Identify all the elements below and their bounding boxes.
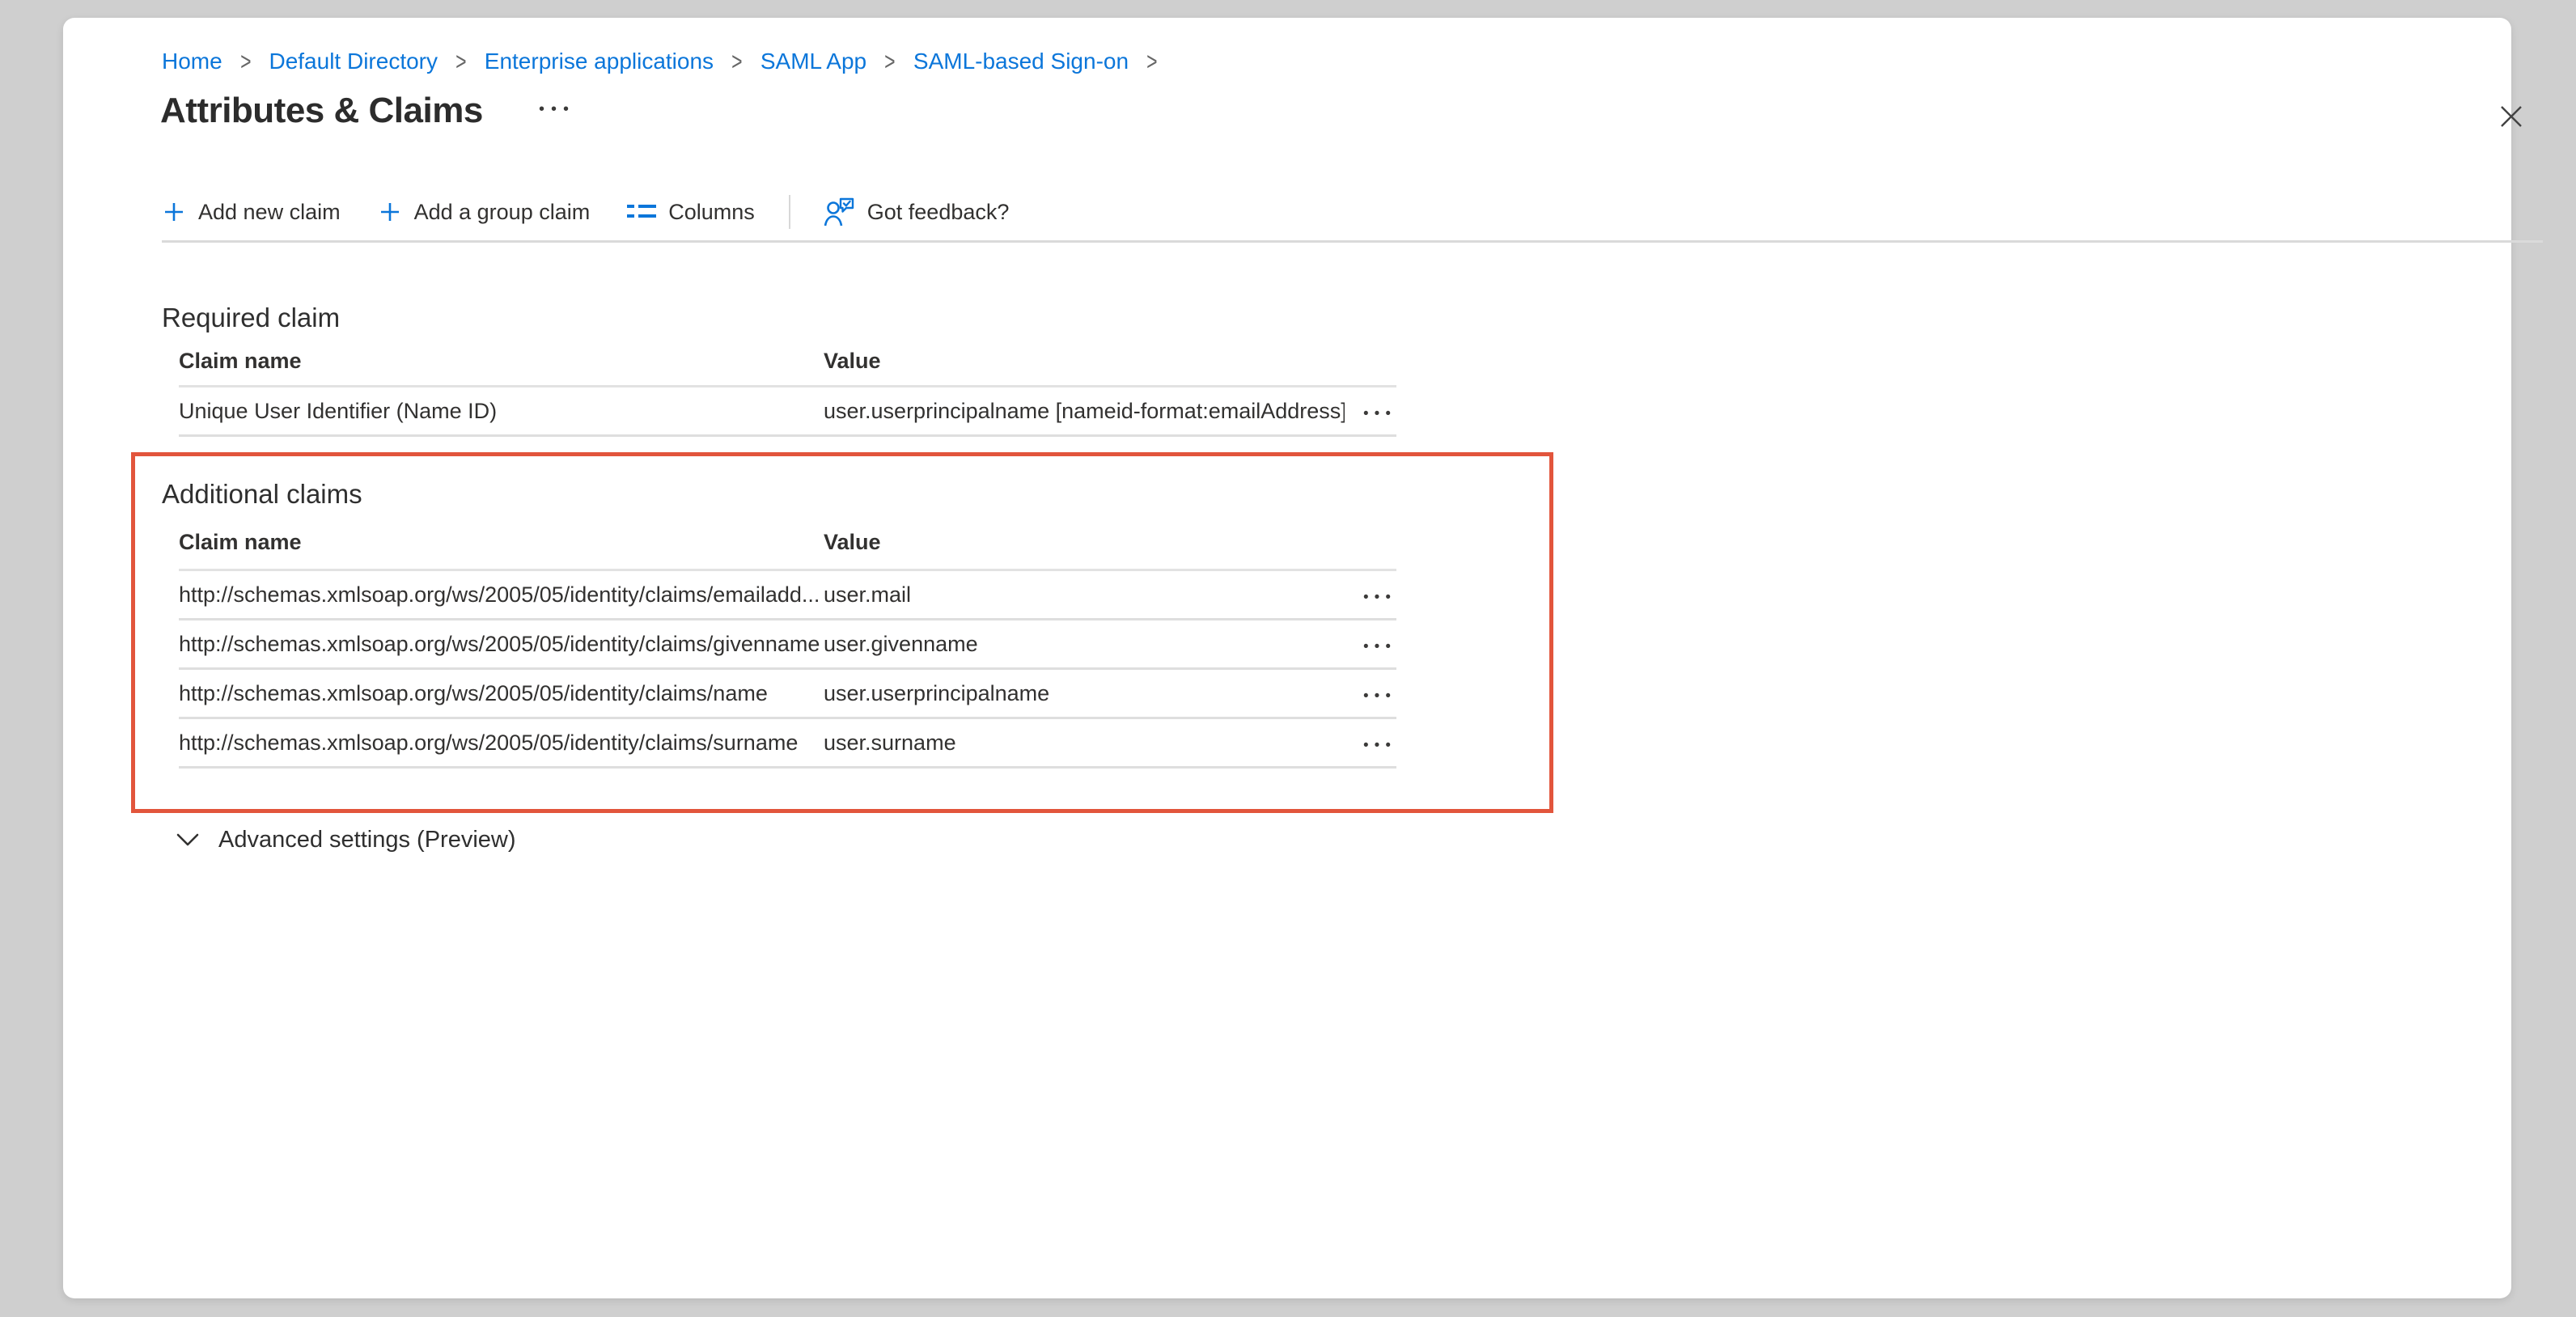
breadcrumb-item-home[interactable]: Home (162, 49, 222, 74)
claim-value-cell: user.userprincipalname (824, 681, 1345, 706)
add-group-claim-button[interactable]: Add a group claim (378, 200, 591, 225)
column-header-value: Value (824, 530, 1345, 555)
breadcrumb-item-saml-based-sign-on[interactable]: SAML-based Sign-on (913, 49, 1129, 74)
advanced-settings-label: Advanced settings (Preview) (218, 827, 516, 853)
claim-value-cell: user.surname (824, 730, 1345, 756)
table-row[interactable]: http://schemas.xmlsoap.org/ws/2005/05/id… (179, 571, 1396, 620)
add-new-claim-button[interactable]: Add new claim (162, 200, 341, 225)
table-row[interactable]: http://schemas.xmlsoap.org/ws/2005/05/id… (179, 719, 1396, 769)
advanced-settings-toggle[interactable]: Advanced settings (Preview) (176, 827, 516, 853)
more-options-button[interactable]: ••• (539, 100, 575, 119)
row-menu-icon[interactable]: ••• (1363, 737, 1396, 754)
table-header-row: Claim name Value (179, 337, 1396, 387)
chevron-right-icon: > (731, 47, 742, 76)
page-title: Attributes & Claims (160, 91, 483, 131)
additional-claims-heading: Additional claims (162, 479, 362, 510)
columns-icon (627, 201, 656, 222)
columns-button[interactable]: Columns (627, 200, 755, 225)
required-claim-table: Claim name Value Unique User Identifier … (179, 337, 1396, 437)
claim-name-cell: http://schemas.xmlsoap.org/ws/2005/05/id… (179, 632, 824, 657)
add-new-claim-label: Add new claim (198, 200, 341, 225)
toolbar-divider (789, 195, 790, 229)
claim-value-cell: user.userprincipalname [nameid-format:em… (824, 399, 1345, 424)
feedback-icon (823, 197, 855, 227)
column-header-claim-name: Claim name (179, 349, 824, 374)
column-header-claim-name: Claim name (179, 530, 824, 555)
columns-label: Columns (668, 200, 755, 225)
row-menu-icon[interactable]: ••• (1363, 688, 1396, 705)
table-row[interactable]: http://schemas.xmlsoap.org/ws/2005/05/id… (179, 620, 1396, 670)
add-group-claim-label: Add a group claim (414, 200, 591, 225)
claim-name-cell: http://schemas.xmlsoap.org/ws/2005/05/id… (179, 681, 824, 706)
plus-icon (162, 200, 186, 224)
claim-value-cell: user.givenname (824, 632, 1345, 657)
claim-value-cell: user.mail (824, 582, 1345, 608)
breadcrumb-item-saml-app[interactable]: SAML App (761, 49, 866, 74)
additional-claims-table: Claim name Value http://schemas.xmlsoap.… (179, 516, 1396, 769)
row-menu-icon[interactable]: ••• (1363, 638, 1396, 655)
table-header-row: Claim name Value (179, 516, 1396, 571)
close-icon (2498, 103, 2525, 130)
claim-name-cell: http://schemas.xmlsoap.org/ws/2005/05/id… (179, 730, 824, 756)
required-claim-heading: Required claim (162, 303, 340, 333)
breadcrumb: Home > Default Directory > Enterprise ap… (162, 49, 1159, 74)
breadcrumb-item-default-directory[interactable]: Default Directory (269, 49, 438, 74)
chevron-right-icon: > (455, 47, 466, 76)
table-row[interactable]: http://schemas.xmlsoap.org/ws/2005/05/id… (179, 670, 1396, 719)
breadcrumb-item-enterprise-applications[interactable]: Enterprise applications (485, 49, 714, 74)
column-header-value: Value (824, 349, 1345, 374)
table-row[interactable]: Unique User Identifier (Name ID) user.us… (179, 387, 1396, 437)
chevron-right-icon: > (1146, 47, 1157, 76)
plus-icon (378, 200, 402, 224)
chevron-down-icon (176, 833, 199, 847)
toolbar-rule (162, 240, 2543, 243)
claim-name-cell: Unique User Identifier (Name ID) (179, 399, 824, 424)
close-button[interactable] (2490, 95, 2532, 138)
row-menu-icon[interactable]: ••• (1363, 589, 1396, 606)
row-menu-icon[interactable]: ••• (1363, 405, 1396, 422)
got-feedback-label: Got feedback? (867, 200, 1010, 225)
attributes-claims-panel: Home > Default Directory > Enterprise ap… (63, 18, 2511, 1298)
chevron-right-icon: > (240, 47, 251, 76)
command-bar: Add new claim Add a group claim Columns (162, 191, 1009, 233)
claim-name-cell: http://schemas.xmlsoap.org/ws/2005/05/id… (179, 582, 824, 608)
got-feedback-button[interactable]: Got feedback? (823, 197, 1010, 227)
chevron-right-icon: > (884, 47, 895, 76)
